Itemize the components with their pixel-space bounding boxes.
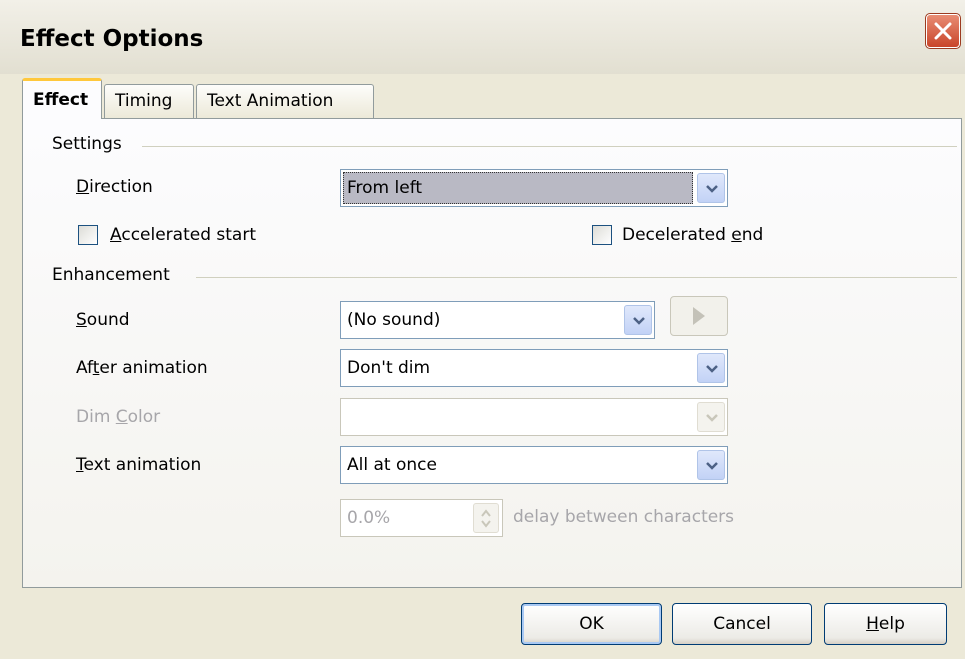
text-animation-dropdown[interactable]: All at once (340, 446, 728, 484)
direction-label: Direction (76, 177, 153, 197)
close-icon (934, 22, 952, 40)
after-animation-dropdown[interactable]: Don't dim (340, 349, 728, 387)
delay-value: 0.0% (347, 508, 391, 528)
accelerated-start-checkbox[interactable] (78, 225, 98, 245)
tab-text-animation-label: Text Animation (207, 91, 334, 111)
tab-timing[interactable]: Timing (104, 84, 194, 118)
chevron-down-icon (633, 317, 645, 325)
ok-button[interactable]: OK (521, 603, 662, 645)
chevron-down-icon (706, 185, 718, 193)
settings-group-title: Settings (52, 134, 122, 154)
dim-color-dropdown[interactable] (340, 398, 728, 436)
chevron-down-icon (706, 462, 718, 470)
cancel-button[interactable]: Cancel (672, 603, 812, 645)
decelerated-end-label: Decelerated end (622, 225, 764, 245)
after-animation-value: Don't dim (347, 358, 431, 378)
title-bar: Effect Options (0, 0, 965, 74)
direction-dropdown[interactable]: From left (340, 169, 728, 207)
dim-color-label: Dim Color (76, 407, 161, 427)
text-animation-value: All at once (347, 455, 437, 475)
dialog-title: Effect Options (20, 26, 204, 52)
direction-value: From left (347, 178, 423, 198)
spin-arrows-icon (481, 509, 491, 528)
settings-divider (142, 146, 957, 147)
effect-options-dialog: Effect Options Effect Timing Text Animat… (0, 0, 965, 659)
play-sound-button[interactable] (670, 296, 728, 336)
tab-effect[interactable]: Effect (22, 78, 102, 119)
chevron-down-icon (706, 414, 718, 422)
delay-spin-buttons[interactable] (473, 503, 499, 533)
delay-between-characters-label: delay between characters (513, 507, 735, 527)
after-animation-label: After animation (76, 358, 208, 378)
help-button[interactable]: Help (824, 603, 947, 645)
close-button[interactable] (925, 13, 961, 49)
enhancement-divider (196, 277, 957, 278)
chevron-down-icon (706, 365, 718, 373)
dim-color-dropdown-button[interactable] (697, 402, 725, 432)
text-animation-label: Text animation (76, 455, 202, 475)
tab-timing-label: Timing (115, 91, 173, 111)
sound-label: Sound (76, 310, 130, 330)
enhancement-group-title: Enhancement (52, 265, 170, 285)
text-animation-dropdown-button[interactable] (697, 450, 725, 480)
delay-spinbox[interactable]: 0.0% (340, 499, 503, 537)
play-icon (693, 307, 705, 325)
sound-dropdown-button[interactable] (624, 305, 652, 335)
decelerated-end-checkbox[interactable] (592, 225, 612, 245)
after-animation-dropdown-button[interactable] (697, 353, 725, 383)
tab-text-animation[interactable]: Text Animation (196, 84, 374, 118)
direction-dropdown-button[interactable] (697, 173, 725, 203)
accelerated-start-label: Accelerated start (110, 225, 256, 245)
sound-value: (No sound) (347, 310, 441, 330)
tab-effect-label: Effect (33, 90, 89, 110)
sound-dropdown[interactable]: (No sound) (340, 301, 655, 339)
